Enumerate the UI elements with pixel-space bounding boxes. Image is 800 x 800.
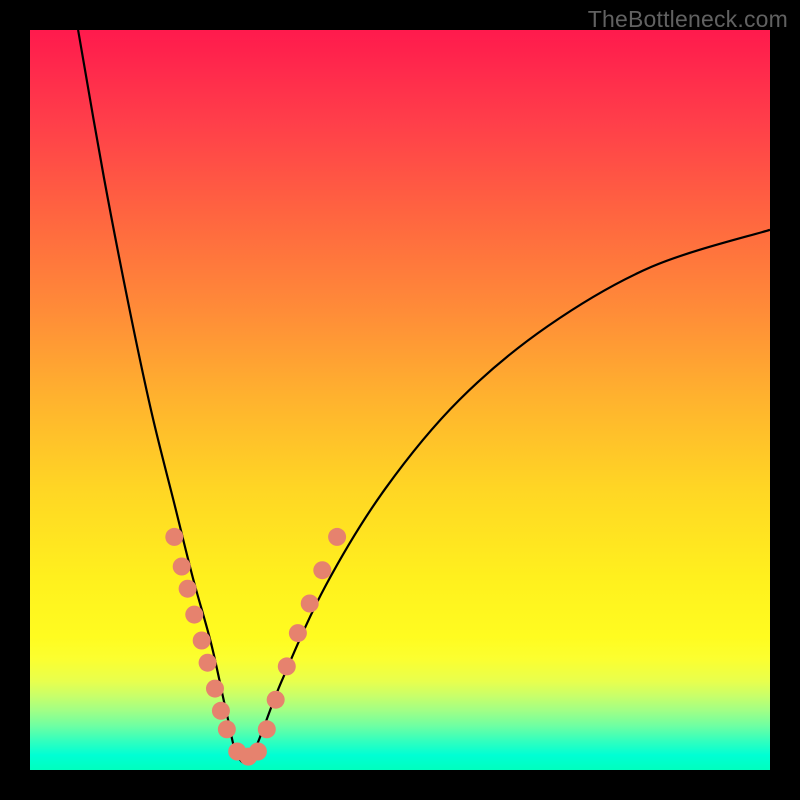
data-marker xyxy=(218,720,236,738)
curve-group xyxy=(78,30,770,763)
data-marker xyxy=(313,561,331,579)
bottleneck-curve xyxy=(30,30,770,770)
markers-group xyxy=(165,528,346,766)
watermark-text: TheBottleneck.com xyxy=(588,6,788,33)
data-marker xyxy=(173,558,191,576)
data-marker xyxy=(199,654,217,672)
data-marker xyxy=(185,606,203,624)
data-marker xyxy=(193,632,211,650)
data-marker xyxy=(165,528,183,546)
data-marker xyxy=(212,702,230,720)
data-marker xyxy=(267,691,285,709)
data-marker xyxy=(301,595,319,613)
curve-path xyxy=(78,30,770,763)
data-marker xyxy=(249,743,267,761)
data-marker xyxy=(278,657,296,675)
data-marker xyxy=(328,528,346,546)
chart-area xyxy=(30,30,770,770)
data-marker xyxy=(289,624,307,642)
data-marker xyxy=(179,580,197,598)
data-marker xyxy=(258,720,276,738)
data-marker xyxy=(206,680,224,698)
